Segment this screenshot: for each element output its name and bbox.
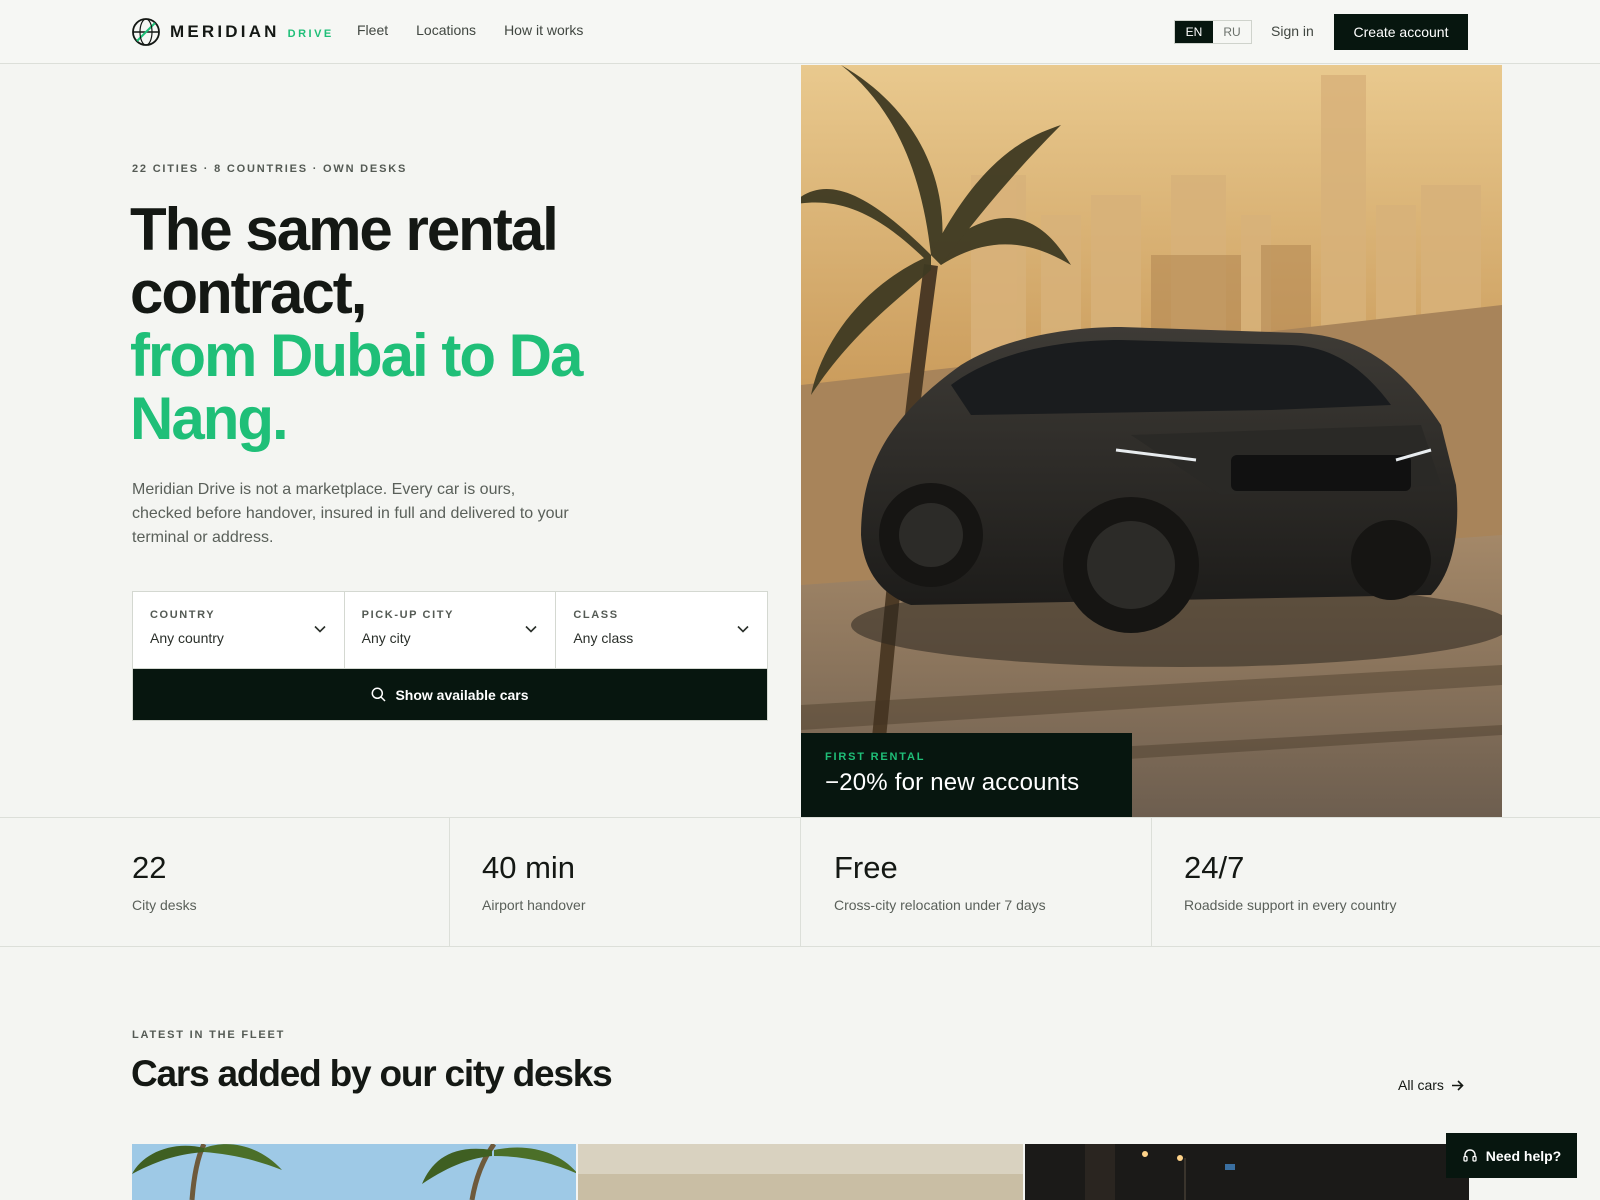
lang-ru[interactable]: RU <box>1213 21 1251 43</box>
arrow-right-icon <box>1451 1079 1464 1091</box>
promo-badge[interactable]: FIRST RENTAL −20% for new accounts <box>801 733 1132 817</box>
fleet-card[interactable] <box>578 1144 1023 1200</box>
brand-name: MERIDIAN <box>170 22 280 41</box>
headline-line-3: from Dubai to Da <box>130 322 583 389</box>
fleet-title: Cars added by our city desks <box>131 1053 613 1094</box>
stat-roadside: 24/7 Roadside support in every country <box>1152 818 1600 946</box>
nav-fleet[interactable]: Fleet <box>357 22 388 38</box>
stat-value: 22 <box>132 850 167 885</box>
fleet-card[interactable] <box>132 1144 577 1200</box>
headline-line-4: Nang. <box>130 385 289 452</box>
class-value: Any class <box>573 630 634 646</box>
chevron-down-icon <box>737 625 749 633</box>
stat-value: 40 min <box>482 850 576 885</box>
country-select[interactable]: COUNTRY Any country <box>133 592 345 668</box>
stats-strip: 22 City desks 40 min Airport handover Fr… <box>0 817 1600 947</box>
fleet-card[interactable] <box>1024 1144 1469 1200</box>
country-value: Any country <box>150 630 224 646</box>
city-select[interactable]: PICK-UP CITY Any city <box>345 592 557 668</box>
city-label: PICK-UP CITY <box>361 609 455 621</box>
show-cars-label: Show available cars <box>395 686 529 703</box>
hero-eyebrow: 22 CITIES · 8 COUNTRIES · OWN DESKS <box>132 163 408 175</box>
sign-in-link[interactable]: Sign in <box>1271 23 1314 39</box>
search-form: COUNTRY Any country PICK-UP CITY Any cit… <box>132 591 768 721</box>
card-image <box>132 1144 577 1200</box>
nav-locations[interactable]: Locations <box>416 22 476 38</box>
stat-value: Free <box>834 850 898 885</box>
site-header: MERIDIAN DRIVE Fleet Locations How it wo… <box>0 0 1600 64</box>
hero-lede: Meridian Drive is not a marketplace. Eve… <box>132 481 569 546</box>
class-label: CLASS <box>573 609 619 621</box>
create-account-button[interactable]: Create account <box>1334 14 1468 50</box>
need-help-label: Need help? <box>1485 1147 1562 1164</box>
fleet-cards <box>132 1144 1469 1200</box>
hero-photo <box>801 65 1502 817</box>
stat-value: 24/7 <box>1184 850 1245 885</box>
all-cars-label: All cars <box>1398 1077 1444 1093</box>
main-nav: Fleet Locations How it works <box>357 22 583 38</box>
language-switch: EN RU <box>1174 20 1252 44</box>
search-icon <box>372 687 386 702</box>
hero-car-image <box>801 65 1502 817</box>
country-label: COUNTRY <box>150 609 216 621</box>
hero-headline: The same rental contract, from Dubai to … <box>130 198 750 450</box>
stat-label: Airport handover <box>482 897 586 913</box>
nav-how-it-works[interactable]: How it works <box>504 22 583 38</box>
lang-en[interactable]: EN <box>1175 21 1213 43</box>
headline-line-1: The same rental <box>130 196 559 263</box>
all-cars-link[interactable]: All cars <box>1398 1077 1464 1093</box>
card-image <box>578 1144 1023 1200</box>
search-fields: COUNTRY Any country PICK-UP CITY Any cit… <box>133 592 767 669</box>
fleet-eyebrow: LATEST IN THE FLEET <box>132 1029 286 1041</box>
chevron-down-icon <box>525 625 537 633</box>
city-value: Any city <box>361 630 411 646</box>
brand-sub: DRIVE <box>287 27 334 40</box>
promo-label: FIRST RENTAL <box>825 751 926 763</box>
logo[interactable]: MERIDIAN DRIVE <box>131 17 334 47</box>
promo-text: −20% for new accounts <box>825 769 1080 796</box>
stat-label: City desks <box>132 897 197 913</box>
show-cars-button[interactable]: Show available cars <box>133 669 767 720</box>
stat-city-desks: 22 City desks <box>0 818 450 946</box>
stat-label: Roadside support in every country <box>1184 897 1397 913</box>
stat-airport-handover: 40 min Airport handover <box>450 818 801 946</box>
headline-line-2: contract, <box>130 259 367 326</box>
headset-icon <box>1463 1148 1477 1162</box>
need-help-button[interactable]: Need help? <box>1446 1133 1577 1178</box>
stat-relocation: Free Cross-city relocation under 7 days <box>801 818 1152 946</box>
class-select[interactable]: CLASS Any class <box>556 592 767 668</box>
card-image <box>1024 1144 1469 1200</box>
chevron-down-icon <box>314 625 326 633</box>
globe-icon <box>132 18 160 46</box>
stat-label: Cross-city relocation under 7 days <box>834 897 1046 913</box>
